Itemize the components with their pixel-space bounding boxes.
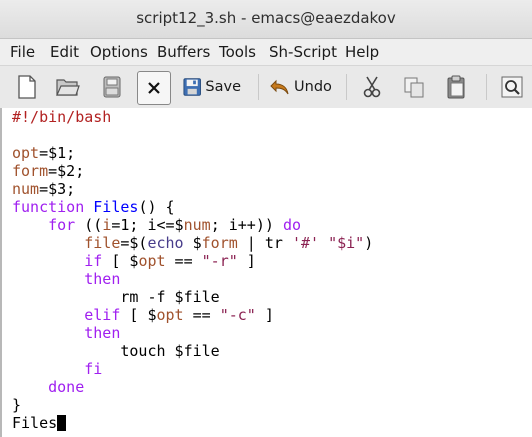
code-buffer[interactable]: #!/bin/bash opt=$1; form=$2; num=$3; functi… <box>12 108 373 432</box>
code-line: done <box>48 378 85 396</box>
undo-icon <box>270 79 289 95</box>
code-line: opt=$1; <box>12 144 76 162</box>
code-line: for ((i=1; i<=$num; i++)) do <box>48 216 301 234</box>
window-title: script12_3.sh - emacs@eaezdakov <box>136 9 396 27</box>
menu-buffers[interactable]: Buffers <box>157 43 210 61</box>
toolbar-separator <box>346 74 347 100</box>
save-icon <box>183 78 201 96</box>
menu-edit[interactable]: Edit <box>50 43 79 61</box>
code-line: file=$(echo $form | tr '#' "$i") <box>84 234 374 252</box>
menu-tools[interactable]: Tools <box>219 43 256 61</box>
open-dired-button[interactable] <box>98 70 126 104</box>
code-line: } <box>12 396 22 414</box>
save-label: Save <box>205 79 241 95</box>
code-line: then <box>84 324 121 342</box>
code-line: fi <box>84 360 103 378</box>
undo-label: Undo <box>294 79 332 95</box>
code-line: form=$2; <box>12 162 85 180</box>
cut-icon <box>363 76 381 98</box>
disk-icon <box>103 76 121 98</box>
open-file-button[interactable] <box>54 70 82 104</box>
menu-options[interactable]: Options <box>90 43 148 61</box>
copy-button[interactable] <box>400 70 428 104</box>
code-line: Files <box>12 414 373 432</box>
code-line: if [ $opt == "-r" ] <box>84 252 256 270</box>
paste-icon <box>447 75 465 99</box>
toolbar-separator <box>258 74 259 100</box>
paste-button[interactable] <box>442 70 470 104</box>
title-bar: script12_3.sh - emacs@eaezdakov <box>0 0 532 39</box>
close-buffer-button[interactable] <box>137 71 171 105</box>
open-folder-icon <box>56 79 80 96</box>
menu-help[interactable]: Help <box>345 43 379 61</box>
search-icon <box>501 76 523 98</box>
new-file-button[interactable] <box>14 70 40 104</box>
left-fringe <box>0 108 2 437</box>
text-cursor <box>57 415 67 431</box>
menu-bar: File Edit Options Buffers Tools Sh-Scrip… <box>0 39 532 66</box>
copy-icon <box>404 77 424 98</box>
undo-button[interactable]: Undo <box>270 70 332 104</box>
new-file-icon <box>18 75 36 99</box>
toolbar-separator <box>486 74 487 100</box>
code-line: num=$3; <box>12 180 76 198</box>
code-line: touch $file <box>12 342 220 360</box>
code-line: function Files() { <box>12 198 175 216</box>
close-icon <box>148 82 160 94</box>
cut-button[interactable] <box>358 70 386 104</box>
code-line: elif [ $opt == "-c" ] <box>84 306 274 324</box>
search-button[interactable] <box>498 70 526 104</box>
save-button[interactable]: Save <box>183 70 241 104</box>
code-line: #!/bin/bash <box>12 108 112 126</box>
menu-file[interactable]: File <box>10 43 35 61</box>
toolbar: Save Undo <box>0 66 532 109</box>
code-line: rm -f $file <box>12 288 220 306</box>
code-line: then <box>84 270 121 288</box>
menu-sh-script[interactable]: Sh-Script <box>269 43 337 61</box>
